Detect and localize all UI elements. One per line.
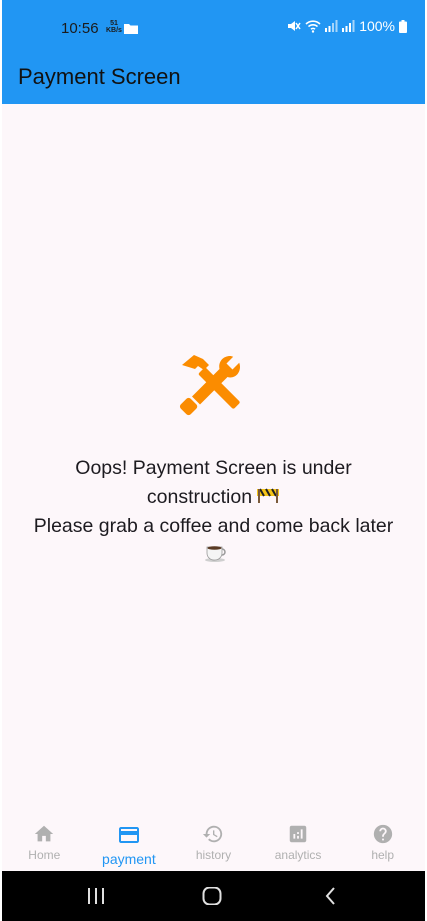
- nav-item-history[interactable]: history: [171, 814, 256, 871]
- signal-icon-1: [325, 20, 338, 32]
- network-speed-unit: KB/s: [106, 27, 122, 34]
- message-line-1: Oops! Payment Screen is under constructi…: [22, 454, 405, 512]
- under-construction-message: Oops! Payment Screen is under constructi…: [22, 454, 405, 571]
- home-button-icon[interactable]: [202, 887, 222, 905]
- battery-icon: [399, 19, 407, 33]
- credit-card-icon: [118, 827, 139, 843]
- status-icons: 100%: [287, 18, 407, 34]
- help-icon: [373, 824, 392, 844]
- phone-screen: 10:56 51 KB/s 100% Payment Screen Oops! …: [2, 0, 425, 921]
- wifi-icon: [305, 20, 321, 33]
- message-line-1-text: Oops! Payment Screen is under constructi…: [75, 457, 352, 508]
- mute-icon: [288, 21, 301, 31]
- hammer-wrench-icon: [179, 355, 240, 416]
- status-time: 10:56: [61, 20, 99, 37]
- network-speed-value: 51: [110, 20, 118, 27]
- nav-item-payment[interactable]: payment: [87, 814, 172, 871]
- status-bar: 10:56 51 KB/s 100%: [2, 0, 425, 56]
- nav-item-analytics[interactable]: analytics: [256, 814, 341, 871]
- coffee-cup-icon: [204, 542, 227, 571]
- signal-icon-2: [342, 20, 355, 32]
- nav-item-home[interactable]: Home: [2, 814, 87, 871]
- back-icon[interactable]: [324, 887, 338, 905]
- main-content: Oops! Payment Screen is under constructi…: [2, 104, 425, 814]
- nav-label-help: help: [371, 848, 395, 862]
- battery-percent: 100%: [359, 18, 395, 34]
- nav-label-home: Home: [28, 848, 61, 862]
- home-icon: [35, 825, 54, 842]
- nav-item-help[interactable]: help: [340, 814, 425, 871]
- system-navigation-bar: [2, 871, 425, 921]
- app-bar: Payment Screen: [2, 56, 425, 104]
- network-speed: 51 KB/s: [106, 20, 122, 34]
- folder-icon: [124, 24, 138, 34]
- nav-label-history: history: [195, 848, 232, 862]
- history-icon: [203, 825, 223, 843]
- recent-apps-icon[interactable]: [86, 887, 106, 905]
- message-line-2: Please grab a coffee and come back later: [22, 512, 405, 570]
- analytics-icon: [289, 825, 307, 843]
- message-line-2-text: Please grab a coffee and come back later: [33, 515, 394, 538]
- bottom-navigation: Home payment history analytics help: [2, 814, 425, 871]
- nav-label-analytics: analytics: [274, 848, 322, 862]
- nav-label-payment: payment: [102, 851, 156, 867]
- construction-barrier-icon: [256, 483, 280, 512]
- page-title: Payment Screen: [18, 64, 181, 89]
